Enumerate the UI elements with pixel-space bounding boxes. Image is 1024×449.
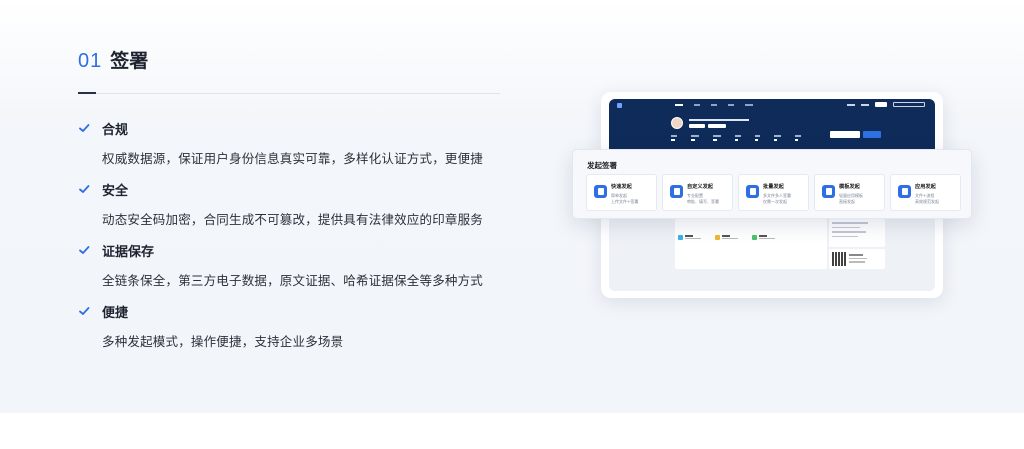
section-heading: 01 签署 [78, 46, 148, 73]
card-name: 模板发起 [839, 184, 860, 190]
feature-item: 安全 动态安全码加密，合同生成不可篡改，提供具有法律效应的印章服务 [78, 179, 508, 240]
card-desc-2: 仅需一次发起 [763, 199, 787, 204]
card-custom-start[interactable]: 自定义发起 专业配置 审批、填写、签署 [662, 174, 733, 211]
card-desc-2: 直接发起 [839, 199, 855, 204]
feature-title: 便捷 [102, 305, 129, 321]
feature-description: 动态安全码加密，合同生成不可篡改，提供具有法律效应的印章服务 [102, 212, 484, 227]
avatar [671, 117, 683, 129]
section-title: 签署 [110, 50, 149, 72]
mockup-header-actions [847, 102, 925, 107]
check-icon [78, 305, 90, 317]
card-desc-2: 高效规范发起 [915, 199, 939, 204]
card-app-start[interactable]: 应用发起 文件+流程 高效规范发起 [890, 174, 961, 211]
mockup-logo [617, 103, 622, 108]
start-signing-popup: 发起签署 快速发起 简单发起 上传文件+签署 自定义发起 专业配置 审批、填写、… [572, 149, 972, 219]
feature-list: 合规 权威数据源，保证用户身份信息真实可靠，多样化认证方式，更便捷 安全 动态安… [78, 118, 508, 362]
card-name: 自定义发起 [687, 184, 713, 190]
mockup-company [689, 118, 749, 121]
feature-title: 证据保存 [102, 244, 155, 260]
card-name: 快速发起 [611, 184, 632, 190]
feature-description: 多种发起模式，操作便捷，支持企业多场景 [102, 334, 344, 349]
mockup-search [830, 131, 860, 138]
feature-item: 证据保存 全链条保全，第三方电子数据，原文证据、哈希证据保全等多种方式 [78, 240, 508, 301]
mockup-panel [675, 219, 827, 269]
heading-underline-accent [78, 92, 96, 94]
mockup-button [863, 131, 881, 138]
check-icon [78, 183, 90, 195]
feature-title: 合规 [102, 122, 129, 138]
mockup-side-panel [829, 219, 885, 247]
mockup-chips [689, 124, 726, 128]
check-icon [78, 122, 90, 134]
documents-icon [746, 185, 759, 198]
card-name: 应用发起 [915, 184, 936, 190]
check-icon [78, 244, 90, 256]
signing-mode-cards: 快速发起 简单发起 上传文件+签署 自定义发起 专业配置 审批、填写、签署 批量… [586, 174, 961, 211]
mockup-stats [671, 135, 801, 141]
feature-description: 全链条保全，第三方电子数据，原文证据、哈希证据保全等多种方式 [102, 273, 484, 288]
section-number: 01 [78, 50, 103, 72]
feature-title: 安全 [102, 183, 129, 199]
popup-title: 发起签署 [587, 161, 617, 170]
document-icon [670, 185, 683, 198]
card-quick-start[interactable]: 快速发起 简单发起 上传文件+签署 [586, 174, 657, 211]
feature-item: 合规 权威数据源，保证用户身份信息真实可靠，多样化认证方式，更便捷 [78, 118, 508, 179]
template-icon [822, 185, 835, 198]
card-desc-2: 上传文件+签署 [611, 199, 639, 204]
card-desc-2: 审批、填写、签署 [687, 199, 719, 204]
heading-divider [96, 93, 500, 94]
card-name: 批量发起 [763, 184, 784, 190]
feature-description: 权威数据源，保证用户身份信息真实可靠，多样化认证方式，更便捷 [102, 151, 484, 166]
qr-code-icon [832, 252, 846, 266]
document-icon [594, 185, 607, 198]
mockup-app-header [609, 99, 935, 149]
feature-section: 01 签署 合规 权威数据源，保证用户身份信息真实可靠，多样化认证方式，更便捷 … [0, 0, 1024, 413]
app-icon [898, 185, 911, 198]
card-template-start[interactable]: 模板发起 轻量应用模板 直接发起 [814, 174, 885, 211]
feature-item: 便捷 多种发起模式，操作便捷，支持企业多场景 [78, 301, 508, 362]
mockup-nav [675, 103, 753, 106]
card-batch-start[interactable]: 批量发起 多文件多人签署 仅需一次发起 [738, 174, 809, 211]
mockup-qr-panel [829, 249, 885, 269]
